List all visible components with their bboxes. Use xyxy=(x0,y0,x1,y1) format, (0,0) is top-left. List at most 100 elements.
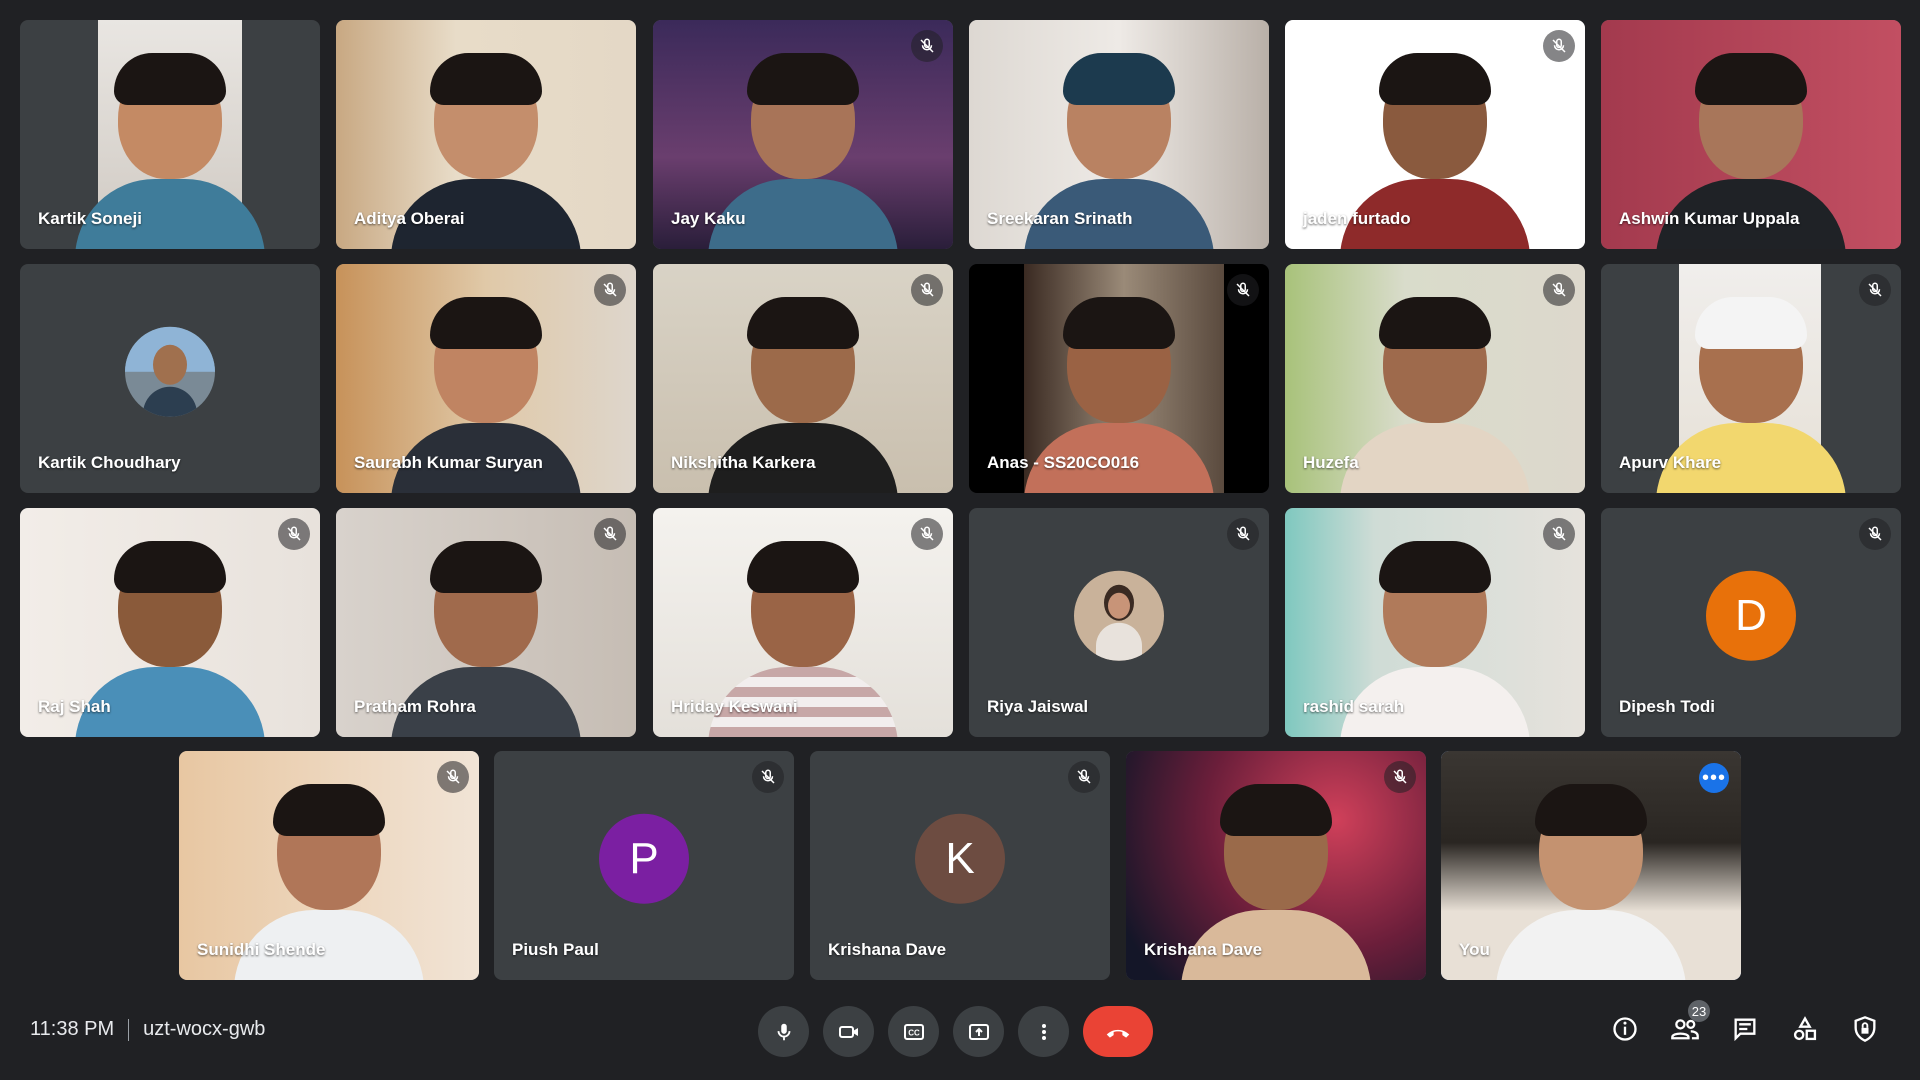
participant-tile[interactable]: Sreekaran Srinath xyxy=(969,20,1269,249)
meeting-details-button[interactable] xyxy=(1610,1014,1640,1044)
participant-name: You xyxy=(1459,940,1490,959)
self-tile[interactable]: ••• You xyxy=(1441,751,1741,980)
divider xyxy=(128,1018,130,1041)
muted-microphone-icon xyxy=(752,761,784,793)
meeting-info: 11:38 PM uzt-wocx-gwb xyxy=(30,1018,265,1041)
participant-name: Dipesh Todi xyxy=(1619,697,1716,716)
activities-button[interactable] xyxy=(1790,1014,1820,1044)
muted-microphone-icon xyxy=(1543,30,1575,62)
participant-tile[interactable]: Huzefa xyxy=(1285,264,1585,493)
shield-icon xyxy=(1854,1016,1876,1042)
participant-tile[interactable]: D Dipesh Todi xyxy=(1601,508,1901,737)
more-horiz-icon: ••• xyxy=(1701,767,1726,789)
camera-icon xyxy=(838,1025,858,1038)
leave-call-button[interactable] xyxy=(1083,1006,1153,1057)
microphone-button[interactable] xyxy=(758,1006,809,1057)
participant-tile[interactable]: Aditya Oberai xyxy=(336,20,636,249)
participant-name: Huzefa xyxy=(1303,453,1359,472)
participant-tile[interactable]: K Krishana Dave xyxy=(810,751,1110,980)
participant-name: Sunidhi Shende xyxy=(197,940,326,959)
more-vert-icon xyxy=(1041,1023,1046,1040)
hangup-icon xyxy=(1106,1029,1130,1038)
participant-name: Pratham Rohra xyxy=(354,697,476,716)
chat-icon xyxy=(1734,1018,1756,1042)
muted-microphone-icon xyxy=(1227,274,1259,306)
participant-tile[interactable]: Anas - SS20CO016 xyxy=(969,264,1269,493)
letter-avatar: P xyxy=(599,813,689,904)
muted-microphone-icon xyxy=(1543,518,1575,550)
participant-name: Sreekaran Srinath xyxy=(987,209,1133,228)
captions-button[interactable]: CC xyxy=(888,1006,939,1057)
participant-name: rashid sarah xyxy=(1303,697,1405,716)
participant-name: Anas - SS20CO016 xyxy=(987,453,1140,472)
participant-name: Hriday Keswani xyxy=(671,697,798,716)
muted-microphone-icon xyxy=(911,274,943,306)
participant-tile[interactable]: Riya Jaiswal xyxy=(969,508,1269,737)
meeting-stage: Kartik Soneji Aditya Oberai Jay Kaku Sre… xyxy=(0,0,1920,1080)
captions-icon: CC xyxy=(903,1023,924,1040)
participant-tile[interactable]: jaden furtado xyxy=(1285,20,1585,249)
participant-tile[interactable]: Nikshitha Karkera xyxy=(653,264,953,493)
info-icon xyxy=(1613,1017,1637,1041)
muted-microphone-icon xyxy=(1543,274,1575,306)
participant-name: Saurabh Kumar Suryan xyxy=(354,453,543,472)
muted-microphone-icon xyxy=(1859,274,1891,306)
participant-name: Ashwin Kumar Uppala xyxy=(1619,209,1800,228)
participant-tile[interactable]: Hriday Keswani xyxy=(653,508,953,737)
participant-name: Apurv Khare xyxy=(1619,453,1722,472)
participant-tile[interactable]: Pratham Rohra xyxy=(336,508,636,737)
muted-microphone-icon xyxy=(1068,761,1100,793)
participant-tile[interactable]: P Piush Paul xyxy=(494,751,794,980)
host-controls-button[interactable] xyxy=(1850,1014,1880,1044)
more-options-button[interactable] xyxy=(1018,1006,1069,1057)
muted-microphone-icon xyxy=(1227,518,1259,550)
participant-figure xyxy=(1496,784,1686,980)
clock-time: 11:38 PM xyxy=(30,1018,115,1040)
self-options-button[interactable]: ••• xyxy=(1699,763,1729,793)
participant-name: Krishana Dave xyxy=(828,940,947,959)
muted-microphone-icon xyxy=(437,761,469,793)
participant-name: Nikshitha Karkera xyxy=(671,453,816,472)
participant-name: Jay Kaku xyxy=(671,209,746,228)
participant-tile[interactable]: Saurabh Kumar Suryan xyxy=(336,264,636,493)
participant-name: Aditya Oberai xyxy=(354,209,465,228)
meeting-code: uzt-wocx-gwb xyxy=(143,1018,266,1040)
participant-tile[interactable]: Sunidhi Shende xyxy=(179,751,479,980)
muted-microphone-icon xyxy=(1384,761,1416,793)
chat-button[interactable] xyxy=(1730,1014,1760,1044)
participant-count-badge: 23 xyxy=(1688,1000,1710,1022)
camera-button[interactable] xyxy=(823,1006,874,1057)
participant-name: Kartik Soneji xyxy=(38,209,142,228)
participant-tile[interactable]: Jay Kaku xyxy=(653,20,953,249)
activities-icon xyxy=(1793,1016,1817,1041)
muted-microphone-icon xyxy=(911,518,943,550)
muted-microphone-icon xyxy=(594,274,626,306)
present-button[interactable] xyxy=(953,1006,1004,1057)
participant-tile[interactable]: rashid sarah xyxy=(1285,508,1585,737)
participant-name: Piush Paul xyxy=(512,940,599,959)
side-panel-buttons: 23 xyxy=(1610,1000,1880,1044)
participant-figure xyxy=(1340,297,1530,493)
participant-name: jaden furtado xyxy=(1303,209,1411,228)
participant-name: Kartik Choudhary xyxy=(38,453,181,472)
participant-name: Krishana Dave xyxy=(1144,940,1263,959)
letter-avatar: D xyxy=(1706,570,1796,661)
microphone-icon xyxy=(777,1023,790,1040)
participant-tile[interactable]: Kartik Choudhary xyxy=(20,264,320,493)
profile-photo-avatar xyxy=(125,326,215,417)
profile-photo-avatar xyxy=(1074,570,1164,661)
muted-microphone-icon xyxy=(911,30,943,62)
participant-tile[interactable]: Apurv Khare xyxy=(1601,264,1901,493)
people-button[interactable]: 23 xyxy=(1670,1000,1710,1044)
participant-tile[interactable]: Raj Shah xyxy=(20,508,320,737)
muted-microphone-icon xyxy=(594,518,626,550)
muted-microphone-icon xyxy=(278,518,310,550)
call-controls: CC xyxy=(758,1006,1153,1057)
svg-text:CC: CC xyxy=(908,1028,920,1037)
present-icon xyxy=(968,1023,989,1040)
bottom-toolbar: 11:38 PM uzt-wocx-gwb CC 23 xyxy=(0,996,1920,1066)
participant-tile[interactable]: Ashwin Kumar Uppala xyxy=(1601,20,1901,249)
participant-tile[interactable]: Krishana Dave xyxy=(1126,751,1426,980)
participant-tile[interactable]: Kartik Soneji xyxy=(20,20,320,249)
participant-name: Riya Jaiswal xyxy=(987,697,1089,716)
